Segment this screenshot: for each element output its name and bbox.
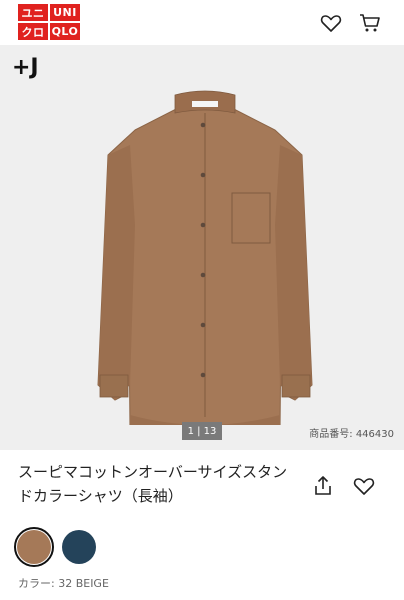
logo-cell: クロ — [18, 23, 48, 40]
product-title-line: スーピマコットンオーバーサイズスタン — [18, 463, 288, 481]
app-header: ユニ UNI クロ QLO — [0, 0, 404, 46]
color-label: カラー: 32 BEIGE — [18, 577, 109, 590]
logo-cell: ユニ — [18, 4, 48, 21]
cart-icon[interactable] — [358, 11, 382, 35]
logo-cell: UNI — [50, 4, 80, 21]
image-counter: 1 | 13 — [182, 422, 222, 440]
brand-mark: +J — [12, 55, 39, 80]
heart-icon[interactable] — [319, 11, 343, 35]
product-gallery[interactable]: +J 1 | 13 商品番号: 446430 — [0, 45, 404, 450]
shirt-product-image — [97, 90, 313, 425]
product-title-line: ドカラーシャツ（長袖） — [18, 487, 183, 505]
product-number: 商品番号: 446430 — [309, 429, 394, 440]
color-swatch-navy[interactable] — [62, 530, 96, 564]
favorite-icon[interactable] — [352, 474, 376, 498]
logo-cell: QLO — [50, 23, 80, 40]
color-swatch-beige[interactable] — [17, 530, 51, 564]
product-title: スーピマコットンオーバーサイズスタン ドカラーシャツ（長袖） — [18, 460, 300, 508]
uniqlo-logo[interactable]: ユニ UNI クロ QLO — [18, 4, 80, 40]
share-icon[interactable] — [311, 474, 335, 498]
